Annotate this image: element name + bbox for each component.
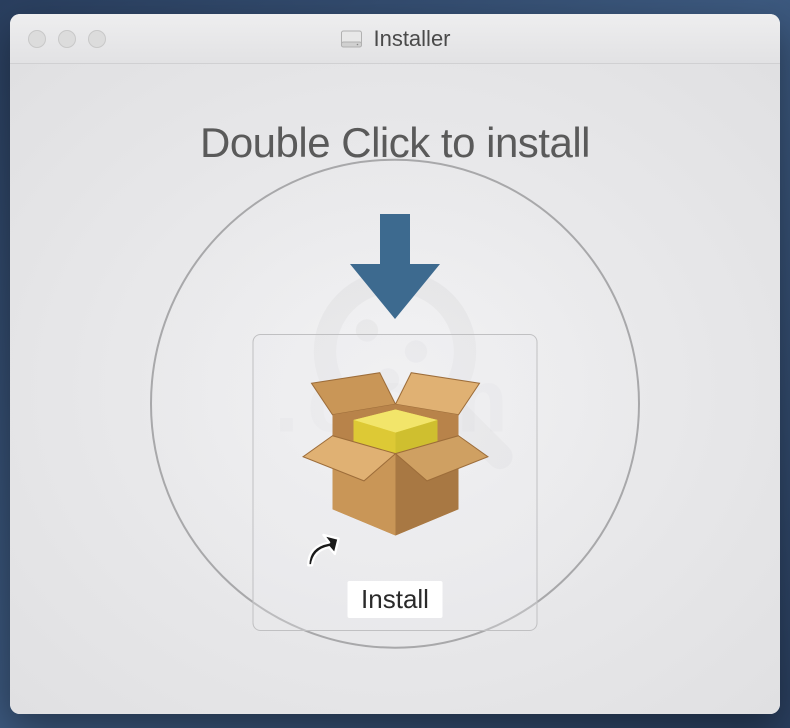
down-arrow-icon	[345, 214, 445, 329]
title-container: Installer	[339, 26, 450, 52]
installer-window: Installer .com Double Click to install	[10, 14, 780, 714]
install-label: Install	[347, 581, 443, 618]
window-content: .com Double Click to install	[10, 64, 780, 714]
disk-icon	[339, 27, 363, 51]
window-title: Installer	[373, 26, 450, 52]
maximize-button[interactable]	[88, 30, 106, 48]
minimize-button[interactable]	[58, 30, 76, 48]
package-icon	[280, 347, 510, 577]
titlebar: Installer	[10, 14, 780, 64]
shortcut-arrow-icon	[302, 533, 340, 571]
close-button[interactable]	[28, 30, 46, 48]
install-target[interactable]: Install	[253, 334, 538, 631]
traffic-lights	[28, 30, 106, 48]
